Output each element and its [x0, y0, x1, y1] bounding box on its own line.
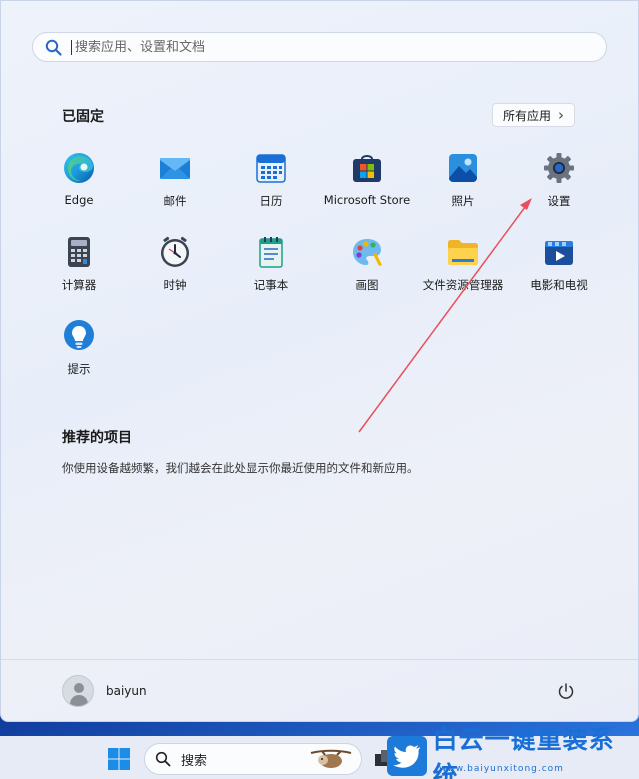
- pinned-app-store[interactable]: Microsoft Store: [319, 151, 415, 221]
- pinned-app-clock[interactable]: 时钟: [127, 235, 223, 305]
- app-label: Microsoft Store: [323, 193, 411, 207]
- pinned-app-notepad[interactable]: 记事本: [223, 235, 319, 305]
- all-apps-label: 所有应用: [502, 108, 551, 123]
- store-icon: [350, 151, 384, 185]
- user-name: baiyun: [106, 684, 147, 698]
- app-label: 画图: [355, 278, 379, 292]
- app-label: 邮件: [163, 194, 187, 208]
- app-label: 照片: [451, 194, 475, 208]
- sloth-doodle-icon: [310, 749, 352, 768]
- app-label: 提示: [67, 362, 91, 376]
- mail-icon: [158, 151, 192, 185]
- paint-icon: [350, 235, 384, 269]
- search-icon: [45, 39, 62, 56]
- app-label: 日历: [259, 194, 283, 208]
- pinned-app-photos[interactable]: 照片: [415, 151, 511, 221]
- pinned-heading: 已固定: [62, 109, 104, 125]
- pinned-app-paint[interactable]: 画图: [319, 235, 415, 305]
- footer-divider: [1, 659, 638, 660]
- power-button[interactable]: [556, 681, 576, 701]
- app-label: Edge: [64, 193, 94, 207]
- search-icon: [155, 751, 171, 767]
- clock-icon: [158, 235, 192, 269]
- recommended-heading: 推荐的项目: [62, 430, 132, 446]
- windows-logo-icon: [108, 748, 130, 770]
- tips-icon: [62, 319, 96, 353]
- pinned-app-settings[interactable]: 设置: [511, 151, 607, 221]
- chevron-right-icon: ›: [558, 106, 564, 124]
- pinned-app-file-explorer[interactable]: 文件资源管理器: [415, 235, 511, 305]
- watermark-logo: 白云一键重装系统 www.baiyunxitong.com: [387, 725, 639, 779]
- user-account-button[interactable]: baiyun: [62, 675, 147, 707]
- power-icon: [558, 683, 574, 699]
- app-label: 记事本: [253, 278, 289, 292]
- search-input[interactable]: [75, 39, 606, 55]
- pinned-app-mail[interactable]: 邮件: [127, 151, 223, 221]
- start-menu: 已固定 所有应用 › Edge: [0, 0, 639, 722]
- folder-icon: [446, 235, 480, 269]
- notepad-icon: [254, 235, 288, 269]
- taskbar-search-label: 搜索: [181, 753, 208, 769]
- pinned-app-tips[interactable]: 提示: [31, 319, 127, 389]
- calculator-icon: [62, 235, 96, 269]
- calendar-icon: [254, 151, 288, 185]
- recommended-empty-text: 你使用设备越频繁，我们越会在此处显示你最近使用的文件和新应用。: [62, 461, 419, 475]
- all-apps-button[interactable]: 所有应用 ›: [492, 103, 575, 127]
- movies-icon: [542, 235, 576, 269]
- twitter-bird-icon: [387, 736, 427, 776]
- pinned-app-movies-tv[interactable]: 电影和电视: [511, 235, 607, 305]
- taskbar-search[interactable]: 搜索: [144, 743, 362, 775]
- text-caret: [71, 39, 72, 55]
- pinned-app-edge[interactable]: Edge: [31, 151, 127, 221]
- app-label: 设置: [547, 194, 571, 208]
- edge-icon: [62, 151, 96, 185]
- app-label: 时钟: [163, 278, 187, 292]
- watermark-url: www.baiyunxitong.com: [439, 764, 564, 774]
- app-label: 文件资源管理器: [422, 278, 504, 292]
- pinned-app-calendar[interactable]: 日历: [223, 151, 319, 221]
- photos-icon: [446, 151, 480, 185]
- start-button[interactable]: [104, 744, 134, 774]
- pinned-app-calculator[interactable]: 计算器: [31, 235, 127, 305]
- app-label: 电影和电视: [530, 278, 588, 292]
- start-search-box[interactable]: [32, 32, 607, 62]
- avatar: [62, 675, 94, 707]
- app-label: 计算器: [61, 278, 97, 292]
- gear-icon: [542, 151, 576, 185]
